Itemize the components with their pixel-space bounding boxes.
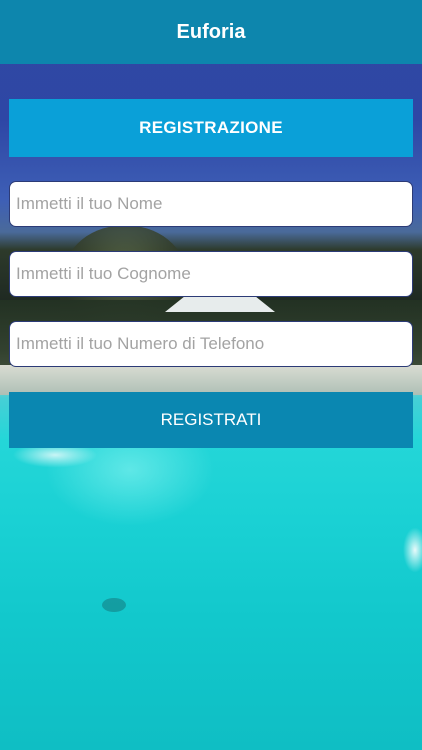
surname-input[interactable] (9, 251, 413, 297)
register-button[interactable]: REGISTRATI (9, 392, 413, 448)
registration-screen: Euforia REGISTRAZIONE REGISTRATI (0, 0, 422, 750)
app-bar: Euforia (0, 0, 422, 64)
background-poolside (0, 365, 422, 395)
registration-header-label: REGISTRAZIONE (139, 118, 283, 137)
name-input[interactable] (9, 181, 413, 227)
background-umbrella (165, 296, 275, 312)
app-title: Euforia (176, 20, 246, 43)
registration-header: REGISTRAZIONE (9, 99, 413, 157)
phone-input[interactable] (9, 321, 413, 367)
background-pool-drain (102, 598, 126, 612)
